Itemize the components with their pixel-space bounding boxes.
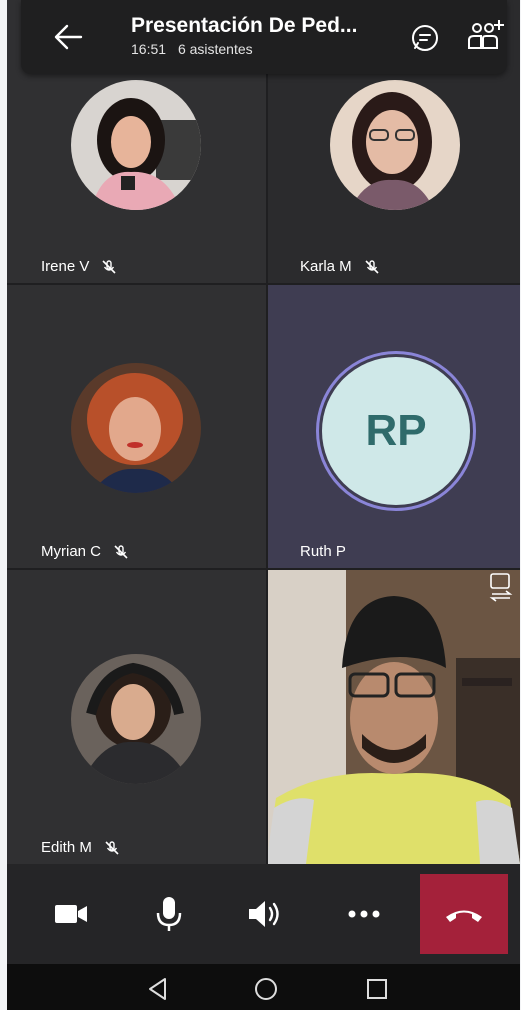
speaker-icon [249, 901, 279, 927]
tile-divider [266, 0, 268, 864]
participant-tile-edith[interactable]: Edith M [7, 568, 266, 864]
switch-camera-icon[interactable] [488, 572, 514, 602]
nav-home-icon[interactable] [253, 976, 279, 1002]
tile-divider [7, 568, 520, 570]
attendee-count: 6 asistentes [177, 41, 253, 57]
participant-name-row: Karla M [300, 258, 380, 275]
participant-name: Ruth P [300, 543, 346, 560]
call-screen: Irene V Karla M Myrian C RP Ruth P Edith… [7, 0, 520, 1010]
participant-photo [71, 363, 201, 493]
call-header: Presentación De Ped... 16:51 6 asistente… [21, 0, 507, 74]
avatar [71, 363, 201, 493]
initials-avatar: RP [316, 351, 476, 511]
meeting-meta: 16:51 6 asistentes [131, 41, 381, 57]
more-icon [348, 910, 380, 918]
more-button[interactable] [342, 892, 386, 936]
chat-icon[interactable] [409, 22, 441, 54]
meeting-info: Presentación De Ped... 16:51 6 asistente… [131, 14, 381, 57]
microphone-button[interactable] [147, 892, 191, 936]
self-video-feed [266, 568, 520, 864]
participant-photo [71, 654, 201, 784]
meeting-title: Presentación De Ped... [131, 14, 358, 37]
tile-divider [7, 283, 520, 285]
avatar [71, 80, 201, 210]
self-video-tile[interactable] [266, 568, 520, 864]
call-timer: 16:51 [131, 41, 167, 57]
android-nav-bar [7, 964, 520, 1010]
participant-name-row: Edith M [41, 839, 120, 856]
nav-recents-icon[interactable] [364, 976, 390, 1002]
back-arrow-icon[interactable] [51, 22, 87, 52]
camera-button[interactable] [49, 892, 93, 936]
hang-up-icon [446, 910, 482, 922]
call-controls [7, 864, 520, 964]
participant-photo [330, 80, 460, 210]
participant-name: Karla M [300, 258, 352, 275]
participant-tile-myrian[interactable]: Myrian C [7, 283, 266, 568]
hang-up-button[interactable] [420, 874, 508, 954]
participant-tile-ruth[interactable]: RP Ruth P [266, 283, 520, 568]
participant-name-row: Irene V [41, 258, 117, 275]
speaker-button[interactable] [243, 892, 287, 936]
avatar [330, 80, 460, 210]
nav-back-icon[interactable] [145, 976, 171, 1002]
participant-name: Irene V [41, 258, 90, 275]
participant-name-row: Ruth P [300, 543, 346, 560]
participant-name: Edith M [41, 839, 92, 856]
avatar-initials: RP [322, 357, 470, 505]
avatar [71, 654, 201, 784]
participant-name: Myrian C [41, 543, 102, 560]
mic-muted-icon [365, 259, 379, 274]
add-people-icon[interactable] [465, 18, 505, 54]
mic-muted-icon [102, 259, 116, 274]
mic-muted-icon [105, 840, 119, 855]
mic-muted-icon [114, 544, 128, 559]
camera-icon [55, 905, 87, 923]
participant-photo [71, 80, 201, 210]
microphone-icon [156, 897, 182, 931]
participant-name-row: Myrian C [41, 543, 129, 560]
